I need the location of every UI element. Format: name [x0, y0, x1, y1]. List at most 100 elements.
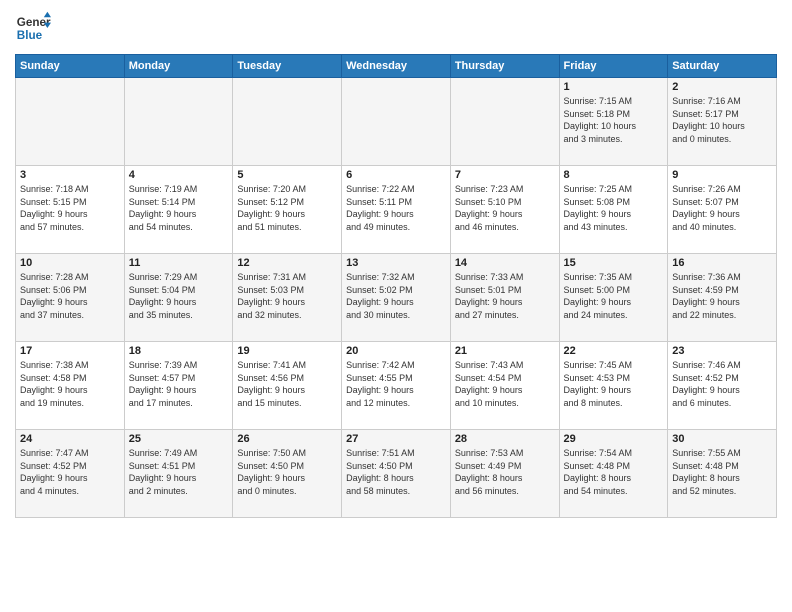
calendar-cell	[124, 78, 233, 166]
day-number: 18	[129, 345, 229, 357]
day-number: 10	[20, 257, 120, 269]
calendar-cell	[233, 78, 342, 166]
day-header-sunday: Sunday	[16, 55, 125, 78]
day-info: Sunrise: 7:49 AM Sunset: 4:51 PM Dayligh…	[129, 447, 229, 497]
day-info: Sunrise: 7:19 AM Sunset: 5:14 PM Dayligh…	[129, 183, 229, 233]
day-number: 8	[564, 169, 664, 181]
day-info: Sunrise: 7:53 AM Sunset: 4:49 PM Dayligh…	[455, 447, 555, 497]
day-number: 9	[672, 169, 772, 181]
day-number: 4	[129, 169, 229, 181]
calendar-cell: 4 Sunrise: 7:19 AM Sunset: 5:14 PM Daylig…	[124, 166, 233, 254]
day-number: 11	[129, 257, 229, 269]
day-number: 21	[455, 345, 555, 357]
day-header-friday: Friday	[559, 55, 668, 78]
day-header-thursday: Thursday	[450, 55, 559, 78]
calendar-cell: 5Sunrise: 7:20 AM Sunset: 5:12 PM Daylig…	[233, 166, 342, 254]
day-info: Sunrise: 7:38 AM Sunset: 4:58 PM Dayligh…	[20, 359, 120, 409]
header-row: SundayMondayTuesdayWednesdayThursdayFrid…	[16, 55, 777, 78]
day-info: Sunrise: 7:18 AM Sunset: 5:15 PM Dayligh…	[20, 183, 120, 233]
calendar-cell: 21 Sunrise: 7:43 AM Sunset: 4:54 PM Dayli…	[450, 342, 559, 430]
day-info: Sunrise: 7:29 AM Sunset: 5:04 PM Dayligh…	[129, 271, 229, 321]
day-number: 6	[346, 169, 446, 181]
day-info: Sunrise: 7:15 AM Sunset: 5:18 PM Dayligh…	[564, 95, 664, 145]
day-number: 1	[564, 81, 664, 93]
day-info: Sunrise: 7:31 AM Sunset: 5:03 PM Dayligh…	[237, 271, 337, 321]
calendar-cell	[342, 78, 451, 166]
day-number: 16	[672, 257, 772, 269]
calendar-cell: 3 Sunrise: 7:18 AM Sunset: 5:15 PM Daylig…	[16, 166, 125, 254]
header: General Blue	[15, 10, 777, 46]
calendar-cell	[16, 78, 125, 166]
day-info: Sunrise: 7:32 AM Sunset: 5:02 PM Dayligh…	[346, 271, 446, 321]
day-info: Sunrise: 7:22 AM Sunset: 5:11 PM Dayligh…	[346, 183, 446, 233]
day-info: Sunrise: 7:36 AM Sunset: 4:59 PM Dayligh…	[672, 271, 772, 321]
day-number: 23	[672, 345, 772, 357]
day-number: 25	[129, 433, 229, 445]
calendar-cell: 13 Sunrise: 7:32 AM Sunset: 5:02 PM Dayli…	[342, 254, 451, 342]
logo-icon: General Blue	[15, 10, 51, 46]
week-row-4: 17 Sunrise: 7:38 AM Sunset: 4:58 PM Dayli…	[16, 342, 777, 430]
day-info: Sunrise: 7:54 AM Sunset: 4:48 PM Dayligh…	[564, 447, 664, 497]
calendar-cell: 30Sunrise: 7:55 AM Sunset: 4:48 PM Dayli…	[668, 430, 777, 518]
calendar-cell: 11 Sunrise: 7:29 AM Sunset: 5:04 PM Dayli…	[124, 254, 233, 342]
day-header-tuesday: Tuesday	[233, 55, 342, 78]
calendar-cell: 22 Sunrise: 7:45 AM Sunset: 4:53 PM Dayli…	[559, 342, 668, 430]
day-number: 15	[564, 257, 664, 269]
day-info: Sunrise: 7:42 AM Sunset: 4:55 PM Dayligh…	[346, 359, 446, 409]
calendar-cell: 12 Sunrise: 7:31 AM Sunset: 5:03 PM Dayli…	[233, 254, 342, 342]
day-number: 2	[672, 81, 772, 93]
day-number: 29	[564, 433, 664, 445]
day-number: 27	[346, 433, 446, 445]
day-number: 14	[455, 257, 555, 269]
day-info: Sunrise: 7:20 AM Sunset: 5:12 PM Dayligh…	[237, 183, 337, 233]
day-header-monday: Monday	[124, 55, 233, 78]
day-number: 22	[564, 345, 664, 357]
day-number: 17	[20, 345, 120, 357]
calendar-cell: 27 Sunrise: 7:51 AM Sunset: 4:50 PM Dayli…	[342, 430, 451, 518]
week-row-2: 3 Sunrise: 7:18 AM Sunset: 5:15 PM Daylig…	[16, 166, 777, 254]
day-info: Sunrise: 7:43 AM Sunset: 4:54 PM Dayligh…	[455, 359, 555, 409]
week-row-3: 10 Sunrise: 7:28 AM Sunset: 5:06 PM Dayli…	[16, 254, 777, 342]
calendar-cell: 7 Sunrise: 7:23 AM Sunset: 5:10 PM Daylig…	[450, 166, 559, 254]
day-number: 19	[237, 345, 337, 357]
day-info: Sunrise: 7:47 AM Sunset: 4:52 PM Dayligh…	[20, 447, 120, 497]
day-info: Sunrise: 7:55 AM Sunset: 4:48 PM Dayligh…	[672, 447, 772, 497]
day-info: Sunrise: 7:16 AM Sunset: 5:17 PM Dayligh…	[672, 95, 772, 145]
day-info: Sunrise: 7:28 AM Sunset: 5:06 PM Dayligh…	[20, 271, 120, 321]
day-info: Sunrise: 7:41 AM Sunset: 4:56 PM Dayligh…	[237, 359, 337, 409]
calendar-cell: 28 Sunrise: 7:53 AM Sunset: 4:49 PM Dayli…	[450, 430, 559, 518]
day-info: Sunrise: 7:26 AM Sunset: 5:07 PM Dayligh…	[672, 183, 772, 233]
week-row-5: 24Sunrise: 7:47 AM Sunset: 4:52 PM Dayli…	[16, 430, 777, 518]
day-number: 28	[455, 433, 555, 445]
calendar-cell: 29 Sunrise: 7:54 AM Sunset: 4:48 PM Dayli…	[559, 430, 668, 518]
calendar-cell: 20 Sunrise: 7:42 AM Sunset: 4:55 PM Dayli…	[342, 342, 451, 430]
calendar-cell: 26Sunrise: 7:50 AM Sunset: 4:50 PM Dayli…	[233, 430, 342, 518]
calendar-cell: 17 Sunrise: 7:38 AM Sunset: 4:58 PM Dayli…	[16, 342, 125, 430]
calendar-cell: 15 Sunrise: 7:35 AM Sunset: 5:00 PM Dayli…	[559, 254, 668, 342]
day-info: Sunrise: 7:51 AM Sunset: 4:50 PM Dayligh…	[346, 447, 446, 497]
day-info: Sunrise: 7:50 AM Sunset: 4:50 PM Dayligh…	[237, 447, 337, 497]
calendar-cell: 14Sunrise: 7:33 AM Sunset: 5:01 PM Dayli…	[450, 254, 559, 342]
calendar-page: General Blue SundayMondayTuesdayWednesda…	[0, 0, 792, 612]
day-info: Sunrise: 7:23 AM Sunset: 5:10 PM Dayligh…	[455, 183, 555, 233]
day-info: Sunrise: 7:45 AM Sunset: 4:53 PM Dayligh…	[564, 359, 664, 409]
day-number: 20	[346, 345, 446, 357]
calendar-cell: 19 Sunrise: 7:41 AM Sunset: 4:56 PM Dayli…	[233, 342, 342, 430]
calendar-cell: 16 Sunrise: 7:36 AM Sunset: 4:59 PM Dayli…	[668, 254, 777, 342]
day-info: Sunrise: 7:35 AM Sunset: 5:00 PM Dayligh…	[564, 271, 664, 321]
day-number: 7	[455, 169, 555, 181]
day-number: 13	[346, 257, 446, 269]
svg-text:Blue: Blue	[17, 29, 43, 42]
calendar-table: SundayMondayTuesdayWednesdayThursdayFrid…	[15, 54, 777, 518]
day-number: 12	[237, 257, 337, 269]
day-header-saturday: Saturday	[668, 55, 777, 78]
calendar-cell: 18 Sunrise: 7:39 AM Sunset: 4:57 PM Dayli…	[124, 342, 233, 430]
day-number: 3	[20, 169, 120, 181]
calendar-cell: 6 Sunrise: 7:22 AM Sunset: 5:11 PM Daylig…	[342, 166, 451, 254]
calendar-cell: 10 Sunrise: 7:28 AM Sunset: 5:06 PM Dayli…	[16, 254, 125, 342]
calendar-cell: 9 Sunrise: 7:26 AM Sunset: 5:07 PM Daylig…	[668, 166, 777, 254]
calendar-cell: 25 Sunrise: 7:49 AM Sunset: 4:51 PM Dayli…	[124, 430, 233, 518]
calendar-cell: 24Sunrise: 7:47 AM Sunset: 4:52 PM Dayli…	[16, 430, 125, 518]
day-info: Sunrise: 7:39 AM Sunset: 4:57 PM Dayligh…	[129, 359, 229, 409]
calendar-cell	[450, 78, 559, 166]
